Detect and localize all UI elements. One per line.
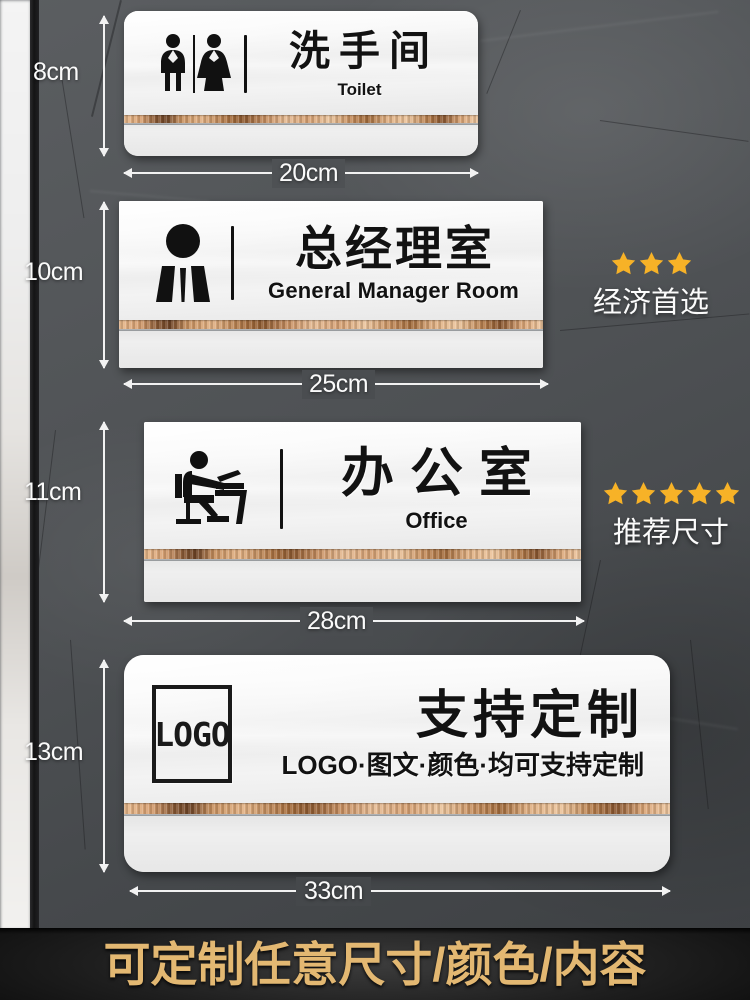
logo-placeholder-icon: LOGO: [152, 685, 232, 783]
door-frame-light-strip: [0, 0, 31, 930]
width-dimension-label-custom: 33cm: [296, 877, 372, 906]
sign-title-en: General Manager Room: [268, 277, 519, 303]
sign-card-office[interactable]: 办公室 Office: [144, 422, 581, 602]
star-icon: [631, 482, 655, 505]
sign-divider: [231, 226, 234, 300]
plate-lower-panel: [124, 814, 670, 872]
sign-plate: 总经理室 General Manager Room: [119, 201, 543, 368]
person-at-desk-icon: [172, 451, 262, 527]
wood-accent-strip: [124, 803, 670, 814]
sign-plate: 洗手间 Toilet: [124, 11, 478, 156]
sign-title-en: LOGO·图文·颜色·均可支持定制: [281, 750, 644, 780]
star-icon: [687, 482, 711, 505]
sign-title-en: Office: [405, 507, 468, 533]
product-size-chart: 洗手间 Toilet 8cm 20cm 总经理室 General Manager…: [0, 0, 750, 1000]
sign-card-custom[interactable]: LOGO 支持定制 LOGO·图文·颜色·均可支持定制: [124, 655, 670, 872]
height-dimension-line-custom: [103, 660, 105, 872]
star-rating-5: [596, 480, 746, 507]
height-dimension-line-office: [103, 422, 105, 602]
sign-title-en: Toilet: [337, 79, 382, 99]
badge-label: 推荐尺寸: [612, 517, 729, 549]
wood-accent-strip: [124, 115, 478, 123]
manager-suit-icon: [149, 224, 217, 302]
star-icon: [639, 252, 663, 275]
sign-card-general-manager[interactable]: 总经理室 General Manager Room: [119, 201, 543, 368]
sign-divider: [280, 449, 283, 529]
wood-accent-strip: [119, 320, 543, 329]
star-icon: [659, 482, 683, 505]
wood-strip-shadow-line: [144, 559, 581, 561]
sign-title-cn: 总经理室: [295, 221, 495, 275]
width-dimension-label-toilet: 20cm: [272, 159, 346, 188]
star-icon: [715, 482, 739, 505]
height-dimension-label-custom: 13cm: [24, 738, 84, 766]
width-dimension-label-office: 28cm: [300, 607, 374, 636]
badge-recommended: 推荐尺寸: [596, 480, 746, 551]
star-rating-3: [576, 250, 726, 277]
width-dimension-label-manager: 25cm: [302, 370, 376, 399]
wood-accent-strip: [144, 549, 581, 559]
star-icon: [611, 252, 635, 275]
bottom-banner: 可定制任意尺寸/颜色/内容: [0, 928, 750, 1000]
plate-lower-panel: [119, 328, 543, 368]
banner-top-shadow: [0, 928, 750, 934]
height-dimension-label-manager: 10cm: [24, 258, 84, 286]
badge-label: 经济首选: [592, 287, 709, 319]
logo-placeholder-text: LOGO: [154, 714, 230, 754]
badge-economy: 经济首选: [576, 250, 726, 321]
width-dimension-line-custom: [130, 890, 670, 892]
height-dimension-label-toilet: 8cm: [33, 58, 79, 86]
star-icon: [667, 252, 691, 275]
sign-divider: [244, 35, 247, 93]
sign-plate: LOGO 支持定制 LOGO·图文·颜色·均可支持定制: [124, 655, 670, 872]
wood-strip-shadow-line: [124, 123, 478, 125]
sign-title-cn: 支持定制: [415, 687, 644, 745]
sign-plate: 办公室 Office: [144, 422, 581, 602]
male-female-restroom-icon: [156, 34, 234, 94]
height-dimension-line-manager: [103, 202, 105, 368]
sign-title-cn: 办公室: [341, 443, 548, 503]
wood-strip-shadow-line: [124, 814, 670, 816]
plate-lower-panel: [144, 556, 581, 602]
door-frame-dark-edge: [30, 0, 39, 930]
sign-title-cn: 洗手间: [289, 27, 439, 74]
star-icon: [603, 482, 627, 505]
sign-card-toilet[interactable]: 洗手间 Toilet: [124, 11, 478, 156]
wood-strip-shadow-line: [119, 329, 543, 331]
height-dimension-line-toilet: [103, 16, 105, 156]
height-dimension-label-office: 11cm: [24, 478, 82, 506]
banner-text: 可定制任意尺寸/颜色/内容: [103, 937, 647, 991]
